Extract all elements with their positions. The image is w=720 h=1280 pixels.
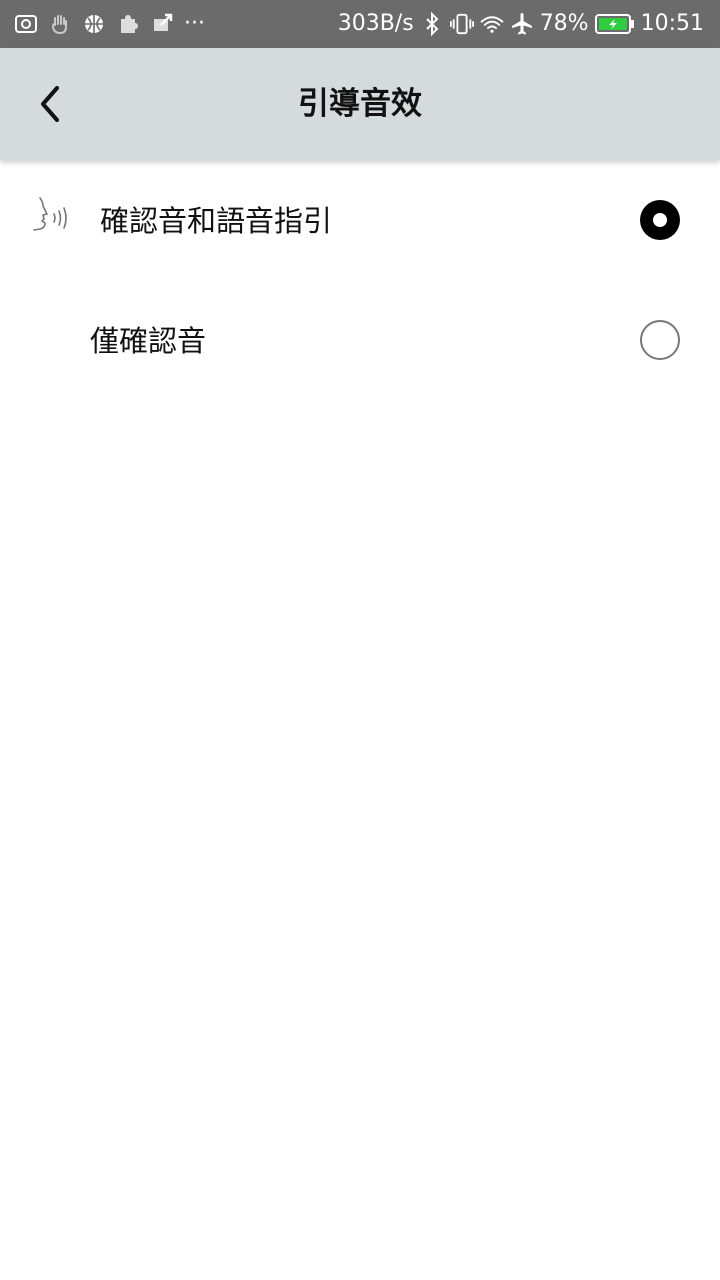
status-bar: ··· 303B/s 78% 10:51 [0,0,720,48]
option-label: 確認音和語音指引 [100,204,333,238]
option-confirm-and-voice[interactable]: 確認音和語音指引 [0,160,720,280]
app-bar: 引導音效 [0,48,720,160]
screenshot-icon [14,12,38,36]
basketball-icon [82,12,106,36]
battery-charging-icon [594,13,635,35]
radio-button[interactable] [640,200,680,240]
airplane-icon [510,12,534,36]
battery-percent: 78% [539,11,589,36]
vibrate-icon [449,12,474,36]
page-title: 引導音效 [298,86,422,122]
clock: 10:51 [640,11,704,36]
wifi-icon [480,12,504,36]
transfer-icon [150,12,174,36]
sound-option-list: 確認音和語音指引 僅確認音 [0,160,720,400]
bluetooth-icon [420,12,444,36]
voice-speaking-icon [28,194,76,242]
option-confirm-only[interactable]: 僅確認音 [0,280,720,400]
more-notifications-indicator: ··· [184,11,205,36]
radio-button[interactable] [640,320,680,360]
screen: ··· 303B/s 78% 10:51 引導音效 確認音和語音指引 僅確認音 [0,0,720,1280]
notification-icons: ··· [14,0,205,48]
puzzle-icon [116,12,140,36]
hand-icon [48,12,72,36]
system-status: 303B/s 78% 10:51 [338,0,704,48]
network-speed: 303B/s [337,11,414,36]
option-label: 僅確認音 [90,324,207,358]
